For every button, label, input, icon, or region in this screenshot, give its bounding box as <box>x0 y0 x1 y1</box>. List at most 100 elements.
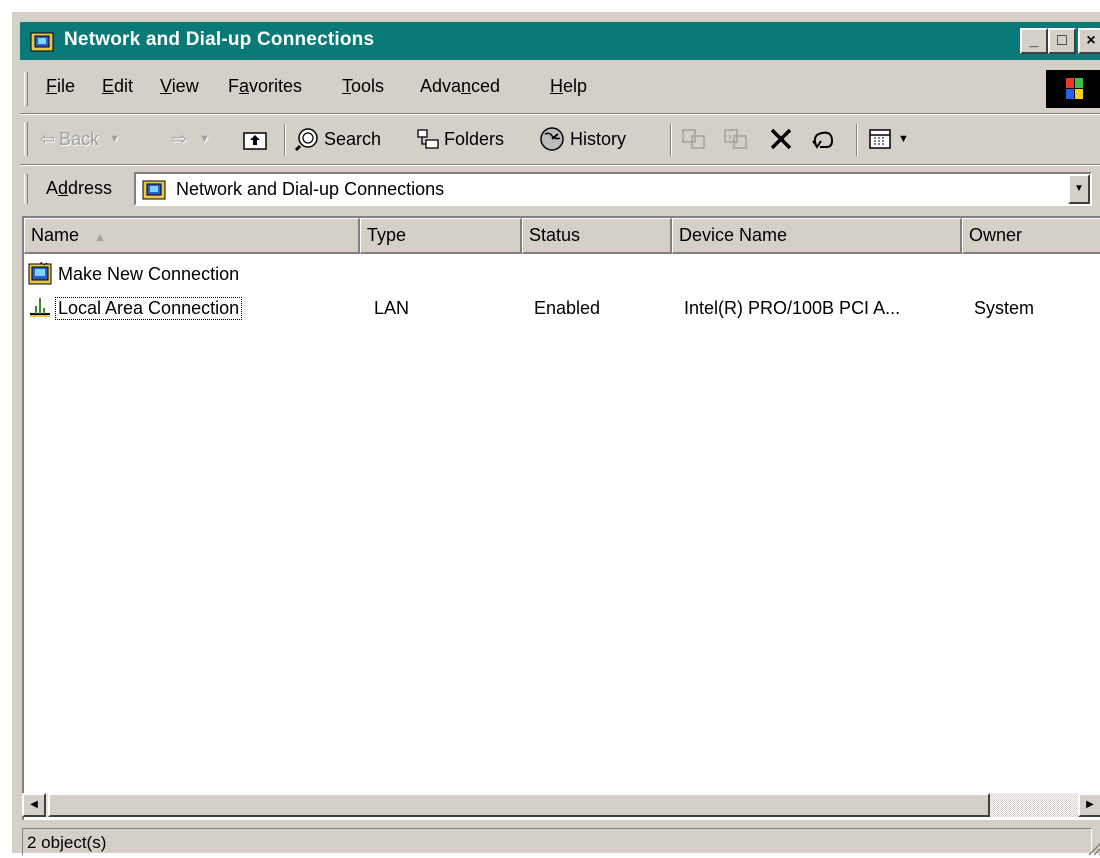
menu-file-label: ile <box>57 76 76 96</box>
views-button[interactable]: ▼ <box>868 124 909 154</box>
item-name: Make New Connection <box>58 264 240 284</box>
column-header-name[interactable]: Name ▲ <box>24 218 360 254</box>
network-folder-icon <box>142 180 166 200</box>
menu-file[interactable]: File <box>44 76 77 97</box>
scroll-right-button[interactable]: ▶ <box>1078 793 1100 817</box>
history-button[interactable]: History <box>538 124 626 154</box>
views-dropdown-icon[interactable]: ▼ <box>898 133 909 145</box>
copy-to-button[interactable] <box>722 124 750 154</box>
menu-help-accel: H <box>550 76 563 96</box>
folders-button[interactable]: Folders <box>416 124 504 154</box>
toolbar-separator <box>284 124 286 156</box>
menu-tools-accel: T <box>342 76 351 96</box>
network-folder-icon <box>30 32 54 52</box>
up-folder-button[interactable] <box>242 124 268 154</box>
copy-to-icon <box>724 129 747 149</box>
back-arrow-icon: ⇦ <box>40 128 56 149</box>
history-icon <box>540 127 564 151</box>
folders-label: Folders <box>444 128 505 149</box>
toolbar-separator <box>670 124 672 156</box>
lan-connection-icon <box>30 298 50 317</box>
scroll-left-button[interactable]: ◀ <box>22 793 46 817</box>
window-title: Network and Dial-up Connections <box>64 29 375 50</box>
menu-help-label: elp <box>563 76 588 96</box>
column-header-type[interactable]: Type <box>360 218 522 254</box>
menu-view[interactable]: View <box>158 76 201 97</box>
forward-arrow-icon: ⇨ <box>172 128 188 149</box>
windows-logo-icon <box>1046 70 1100 108</box>
list-item[interactable]: Make New Connection <box>24 260 1100 290</box>
list-item[interactable]: Local Area Connection LAN Enabled Intel(… <box>24 294 1100 324</box>
menu-advanced-accel: n <box>461 76 472 96</box>
menu-tools[interactable]: Tools <box>340 76 386 97</box>
address-input[interactable]: Network and Dial-up Connections ▼ <box>134 172 1092 206</box>
menu-advanced[interactable]: Advanced <box>418 76 502 97</box>
menu-favorites-accel: a <box>239 76 250 96</box>
search-label: Search <box>324 128 382 149</box>
address-bar: Address Network and Dial-up Connections … <box>20 168 1100 210</box>
column-header-owner[interactable]: Owner <box>962 218 1100 254</box>
column-header-device-name[interactable]: Device Name <box>672 218 962 254</box>
undo-icon <box>812 131 834 149</box>
search-button[interactable]: Search <box>294 124 381 154</box>
address-label-pre: A <box>46 178 59 198</box>
minimize-button[interactable]: _ <box>1020 28 1048 54</box>
item-status: Enabled <box>534 298 601 318</box>
menu-view-label: iew <box>171 76 199 96</box>
back-dropdown-icon[interactable]: ▼ <box>109 133 120 145</box>
menu-bar: File Edit View Favorites Tools Advanced … <box>20 66 1100 112</box>
horizontal-scrollbar[interactable]: ◀ ▶ <box>22 793 1100 817</box>
menu-grip[interactable] <box>24 72 28 106</box>
address-grip[interactable] <box>24 174 28 204</box>
sort-ascending-icon: ▲ <box>94 230 106 244</box>
menu-favorites-label: vorites <box>249 76 303 96</box>
standard-toolbar: ⇦ Back ▼ ⇨ ▼ Search Folders History ▼ <box>20 116 1100 164</box>
item-owner: System <box>974 298 1035 318</box>
scroll-thumb[interactable] <box>48 793 990 817</box>
folders-icon <box>417 129 439 149</box>
search-icon <box>294 128 318 152</box>
address-label: Address <box>46 178 112 199</box>
new-connection-icon <box>28 262 52 285</box>
forward-dropdown-icon[interactable]: ▼ <box>199 133 210 145</box>
move-to-button[interactable] <box>680 124 708 154</box>
status-bar: 2 object(s) <box>20 826 1100 858</box>
toolbar-separator <box>856 124 858 156</box>
menu-advanced-pre: Adva <box>420 76 462 96</box>
menu-separator <box>20 113 1100 115</box>
forward-button[interactable]: ⇨ ▼ <box>172 124 210 154</box>
address-dropdown-button[interactable]: ▼ <box>1068 174 1090 204</box>
item-name: Local Area Connection <box>54 297 243 320</box>
delete-icon <box>770 128 792 150</box>
menu-edit[interactable]: Edit <box>100 76 135 97</box>
menu-tools-label: ools <box>351 76 385 96</box>
explorer-window: Network and Dial-up Connections _ □ × Fi… <box>10 10 1100 856</box>
menu-edit-label: dit <box>114 76 134 96</box>
views-icon <box>869 129 891 149</box>
address-value: Network and Dial-up Connections <box>176 179 445 199</box>
column-name-label: Name <box>31 225 80 245</box>
up-folder-icon <box>243 132 267 150</box>
item-type: LAN <box>374 298 410 318</box>
move-to-icon <box>682 129 705 149</box>
menu-help[interactable]: Help <box>548 76 589 97</box>
menu-view-accel: V <box>160 76 172 96</box>
column-header-status[interactable]: Status <box>522 218 672 254</box>
toolbar-grip[interactable] <box>24 122 28 156</box>
back-button[interactable]: ⇦ Back ▼ <box>40 124 120 154</box>
connections-list[interactable]: Name ▲ Type Status Device Name Owner Mak… <box>22 216 1100 820</box>
maximize-button[interactable]: □ <box>1048 28 1076 54</box>
menu-edit-accel: E <box>102 76 115 96</box>
title-bar[interactable]: Network and Dial-up Connections _ □ × <box>20 22 1100 60</box>
address-label-rest: dress <box>68 178 113 198</box>
item-device-name: Intel(R) PRO/100B PCI A... <box>684 298 901 318</box>
toolbar-separator-line <box>20 164 1100 166</box>
resize-grip-icon[interactable] <box>1084 838 1100 856</box>
address-label-accel: d <box>58 178 69 198</box>
undo-button[interactable] <box>810 124 838 154</box>
menu-favorites[interactable]: Favorites <box>226 76 304 97</box>
delete-button[interactable] <box>768 124 794 154</box>
menu-advanced-label: ced <box>471 76 501 96</box>
back-label: Back <box>59 128 100 149</box>
close-button[interactable]: × <box>1078 28 1100 54</box>
